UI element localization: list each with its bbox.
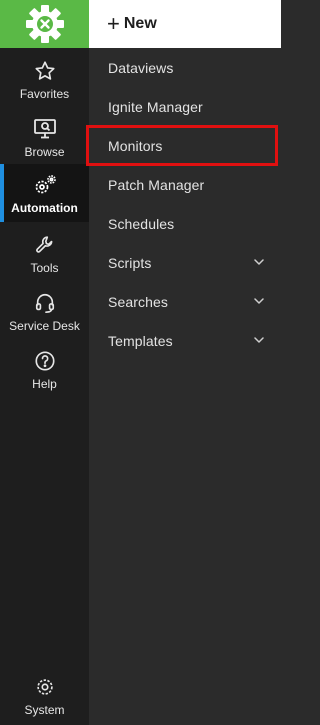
chevron-down-icon bbox=[254, 337, 264, 343]
menu-item-patch-manager[interactable]: Patch Manager bbox=[89, 165, 281, 204]
rail-item-label: Tools bbox=[30, 261, 59, 275]
menu-item-label: Dataviews bbox=[108, 59, 174, 76]
new-button[interactable]: + New bbox=[107, 12, 157, 36]
rail-item-service-desk[interactable]: Service Desk bbox=[0, 282, 89, 338]
rail-item-label: Favorites bbox=[19, 87, 70, 101]
menu-panel: + New Dataviews Ignite Manager Monitors … bbox=[89, 0, 281, 725]
rail-item-label: Automation bbox=[11, 201, 78, 215]
star-icon bbox=[34, 60, 56, 82]
top-bar: + New bbox=[89, 0, 281, 48]
rail-item-label: System bbox=[24, 703, 65, 717]
menu-item-scripts[interactable]: Scripts bbox=[89, 243, 281, 282]
menu-item-templates[interactable]: Templates bbox=[89, 321, 281, 360]
wrench-icon bbox=[34, 234, 56, 256]
gear-icon bbox=[34, 676, 56, 698]
menu-item-label: Schedules bbox=[108, 215, 175, 232]
menu-item-label: Templates bbox=[108, 332, 173, 349]
menu-item-dataviews[interactable]: Dataviews bbox=[89, 48, 281, 87]
menu-item-label: Ignite Manager bbox=[108, 98, 203, 115]
plus-icon: + bbox=[107, 11, 120, 36]
menu-item-monitors[interactable]: Monitors bbox=[89, 126, 281, 165]
menu-item-label: Scripts bbox=[108, 254, 152, 271]
menu-item-schedules[interactable]: Schedules bbox=[89, 204, 281, 243]
app: Favorites Browse Automation Tools Servic… bbox=[0, 0, 281, 725]
rail-item-automation[interactable]: Automation bbox=[0, 164, 89, 222]
rail-item-label: Browse bbox=[24, 145, 65, 159]
rail-item-favorites[interactable]: Favorites bbox=[0, 50, 89, 106]
menu-item-ignite-manager[interactable]: Ignite Manager bbox=[89, 87, 281, 126]
menu-item-label: Searches bbox=[108, 293, 168, 310]
logo-gear-icon bbox=[25, 5, 64, 43]
chevron-down-icon bbox=[254, 259, 264, 265]
rail-item-system[interactable]: System bbox=[0, 666, 89, 722]
menu-item-searches[interactable]: Searches bbox=[89, 282, 281, 321]
logo[interactable] bbox=[0, 0, 89, 48]
chevron-down-icon bbox=[254, 298, 264, 304]
left-rail: Favorites Browse Automation Tools Servic… bbox=[0, 0, 89, 725]
menu-item-label: Monitors bbox=[108, 137, 163, 154]
rail-item-label: Help bbox=[32, 377, 57, 391]
monitor-search-icon bbox=[33, 118, 57, 140]
gears-icon bbox=[33, 174, 57, 196]
menu-item-label: Patch Manager bbox=[108, 176, 205, 193]
rail-item-help[interactable]: Help bbox=[0, 340, 89, 396]
rail-item-browse[interactable]: Browse bbox=[0, 108, 89, 164]
rail-item-tools[interactable]: Tools bbox=[0, 224, 89, 280]
question-icon bbox=[34, 350, 56, 372]
headset-icon bbox=[34, 292, 56, 314]
new-button-label: New bbox=[123, 15, 157, 32]
rail-item-label: Service Desk bbox=[9, 319, 80, 333]
